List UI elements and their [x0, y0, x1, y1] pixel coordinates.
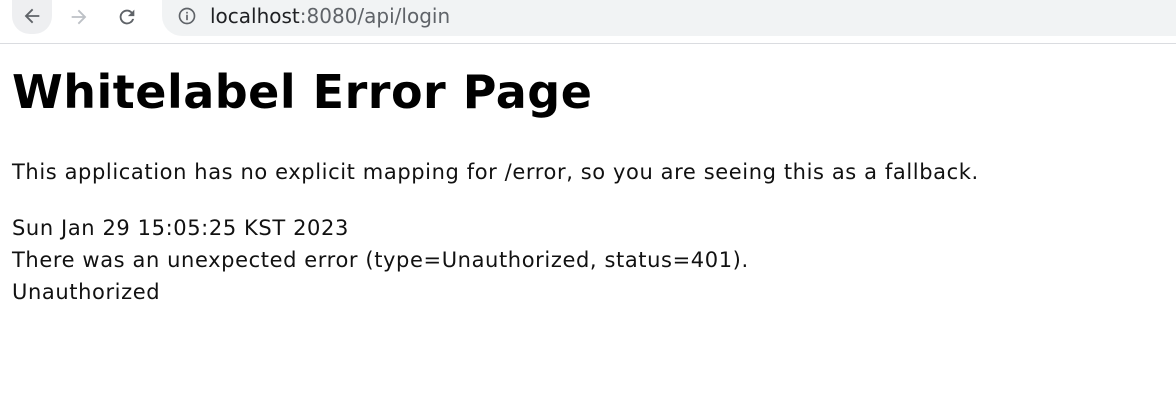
forward-button[interactable] — [60, 0, 98, 34]
info-icon[interactable] — [176, 5, 198, 27]
error-timestamp: Sun Jan 29 15:05:25 KST 2023 — [12, 216, 349, 240]
error-details: Sun Jan 29 15:05:25 KST 2023 There was a… — [12, 212, 1162, 308]
browser-toolbar: localhost:8080/api/login — [0, 0, 1176, 44]
error-description: There was an unexpected error (type=Unau… — [12, 248, 749, 272]
url-text[interactable]: localhost:8080/api/login — [210, 4, 450, 28]
error-message: Unauthorized — [12, 280, 161, 304]
page-title: Whitelabel Error Page — [12, 65, 593, 119]
back-button[interactable] — [12, 0, 52, 34]
page-content: Whitelabel Error Page This application h… — [12, 44, 1162, 308]
url-path: :8080/api/login — [299, 4, 451, 28]
arrow-left-icon — [24, 8, 40, 24]
address-bar[interactable]: localhost:8080/api/login — [162, 0, 1176, 36]
arrow-right-icon — [71, 9, 87, 25]
url-host: localhost — [210, 4, 300, 28]
fallback-message: This application has no explicit mapping… — [12, 160, 979, 184]
reload-icon — [119, 9, 135, 25]
reload-button[interactable] — [108, 0, 146, 34]
info-circle-icon — [178, 7, 196, 25]
